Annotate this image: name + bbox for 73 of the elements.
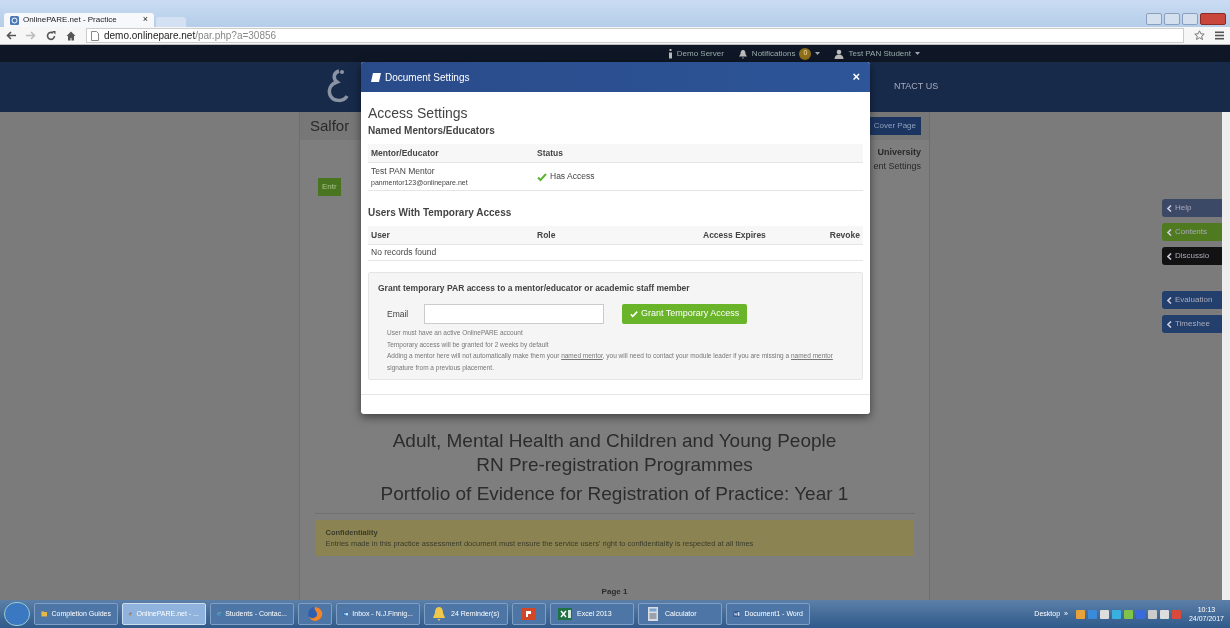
portfolio-title: Portfolio of Evidence for Registration of Practice: Year 1 (380, 482, 849, 506)
grant-access-button[interactable]: Grant Temporary Access (622, 304, 748, 324)
column-header: Mentor/Educator (371, 146, 440, 160)
close-button[interactable] (1200, 13, 1226, 25)
panel-heading: Grant temporary PAR access to a mentor/educator or academic staff member (378, 282, 691, 295)
side-tab[interactable]: Discussio (1162, 247, 1222, 265)
modal-title: Document Settings (385, 70, 470, 85)
bell-icon (737, 48, 748, 59)
check-icon (537, 171, 547, 182)
modal-close-button[interactable]: × (852, 67, 860, 87)
access-status: Has Access (537, 170, 595, 183)
chevron-left-icon (1167, 296, 1172, 304)
reload-icon[interactable] (46, 30, 56, 41)
home-icon[interactable] (66, 30, 76, 41)
university-label: University (877, 146, 921, 159)
page-title: Salfor (310, 115, 350, 136)
star-icon[interactable] (1194, 30, 1205, 41)
mentor-name: Test PAN Mentor (371, 165, 436, 178)
spreadsheet-icon (557, 606, 573, 622)
forward-icon[interactable] (26, 31, 36, 40)
tab-close-button[interactable]: × (142, 13, 148, 27)
info-icon (667, 48, 673, 59)
programme-heading: RN Pre-registration Programmes (476, 453, 753, 477)
chevron-left-icon (1167, 252, 1172, 260)
tab-title: OnlinePARE.net - Practice (23, 14, 117, 26)
side-tab[interactable]: Timeshee (1162, 315, 1222, 333)
programme-heading: Adult, Mental Health and Children and Young People (392, 429, 837, 453)
globe-icon (10, 15, 19, 25)
chevron-left-icon (1167, 228, 1172, 236)
column-header: Revoke (829, 228, 860, 242)
page-number: Page 1 (601, 586, 628, 598)
bell-icon (431, 606, 447, 622)
email-field[interactable] (424, 304, 604, 324)
scrollbar[interactable] (1222, 112, 1230, 600)
column-header: Status (537, 146, 563, 160)
entry-button[interactable]: Entr (318, 178, 341, 196)
taskbar-button[interactable] (298, 603, 332, 625)
side-tab[interactable]: Evaluation (1162, 291, 1222, 309)
subsection-heading: Users With Temporary Access (368, 206, 513, 221)
nav-link[interactable]: Demo Server (667, 47, 724, 60)
window-user-button[interactable] (1146, 13, 1162, 25)
column-header: User (371, 228, 391, 242)
calculator-icon (645, 606, 661, 622)
chevron-left-icon (1167, 204, 1172, 212)
caret-icon (815, 52, 821, 55)
minimize-button[interactable] (1164, 13, 1180, 25)
caret-icon (915, 52, 920, 55)
browser-icon (307, 606, 323, 622)
menu-icon[interactable] (1215, 31, 1224, 40)
slides-icon (521, 606, 537, 622)
email-label: Email (387, 307, 410, 321)
book-icon (371, 72, 381, 82)
user-icon (834, 48, 845, 59)
nav-link[interactable]: Test PAN Student (834, 47, 920, 60)
header-menu-link[interactable]: NTACT US (894, 80, 939, 94)
maximize-button[interactable] (1182, 13, 1198, 25)
column-header: Role (537, 228, 557, 242)
start-button[interactable] (4, 602, 30, 626)
settings-link[interactable]: ent Settings (873, 159, 921, 173)
browser-tab[interactable]: OnlinePARE.net - Practice × (4, 13, 154, 27)
side-tab[interactable]: Help (1162, 199, 1222, 217)
back-icon[interactable] (6, 31, 16, 40)
url-text: demo.onlinepare.net/par.php?a=30856 (104, 29, 277, 43)
column-header: Access Expires (703, 228, 767, 242)
page-icon (91, 30, 99, 41)
url-field[interactable]: demo.onlinepare.net/par.php?a=30856 (86, 28, 1184, 43)
subsection-heading: Named Mentors/Educators (368, 124, 496, 138)
empty-table-message: No records found (371, 246, 437, 260)
taskbar-button[interactable] (512, 603, 546, 625)
check-icon (630, 310, 638, 318)
section-heading: Access Settings (368, 104, 469, 122)
chevron-left-icon (1167, 320, 1172, 328)
cover-page-button[interactable]: Cover Page (868, 117, 921, 135)
